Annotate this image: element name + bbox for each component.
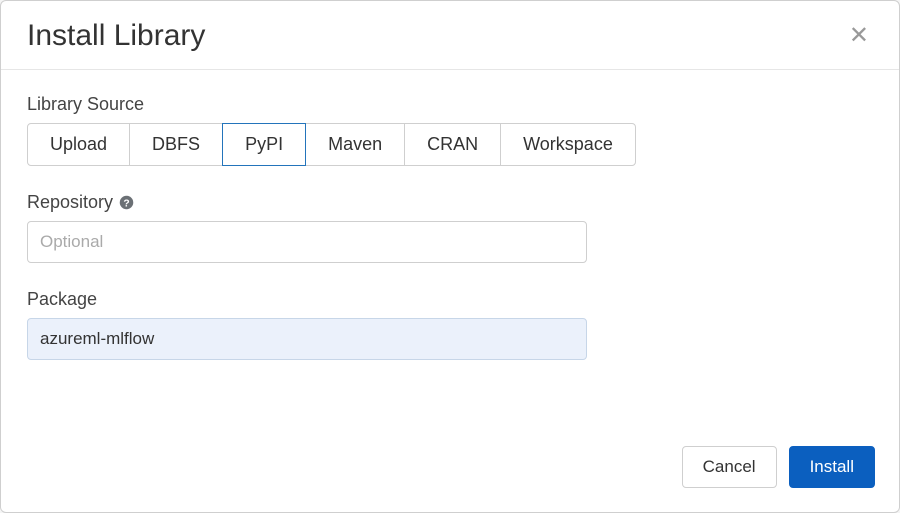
repository-input[interactable] [27, 221, 587, 263]
cancel-button[interactable]: Cancel [682, 446, 777, 488]
repository-group: Repository ? [27, 192, 873, 263]
library-source-group: Library Source Upload DBFS PyPI Maven CR… [27, 94, 873, 166]
package-input[interactable] [27, 318, 587, 360]
dialog-title: Install Library [27, 19, 205, 53]
svg-text:?: ? [123, 198, 129, 209]
package-group: Package [27, 289, 873, 360]
help-icon[interactable]: ? [119, 195, 134, 210]
tab-maven[interactable]: Maven [305, 123, 405, 166]
tab-upload[interactable]: Upload [27, 123, 130, 166]
dialog-footer: Cancel Install [1, 430, 899, 512]
tab-workspace[interactable]: Workspace [500, 123, 636, 166]
repository-label: Repository ? [27, 192, 873, 213]
dialog-body: Library Source Upload DBFS PyPI Maven CR… [1, 70, 899, 430]
library-source-tabs: Upload DBFS PyPI Maven CRAN Workspace [27, 123, 636, 166]
package-label: Package [27, 289, 873, 310]
tab-cran[interactable]: CRAN [404, 123, 501, 166]
tab-dbfs[interactable]: DBFS [129, 123, 223, 166]
close-icon[interactable]: ✕ [845, 20, 873, 52]
library-source-label: Library Source [27, 94, 873, 115]
install-library-dialog: Install Library ✕ Library Source Upload … [0, 0, 900, 513]
tab-pypi[interactable]: PyPI [222, 123, 306, 166]
repository-label-text: Repository [27, 192, 113, 213]
install-button[interactable]: Install [789, 446, 875, 488]
dialog-header: Install Library ✕ [1, 1, 899, 70]
